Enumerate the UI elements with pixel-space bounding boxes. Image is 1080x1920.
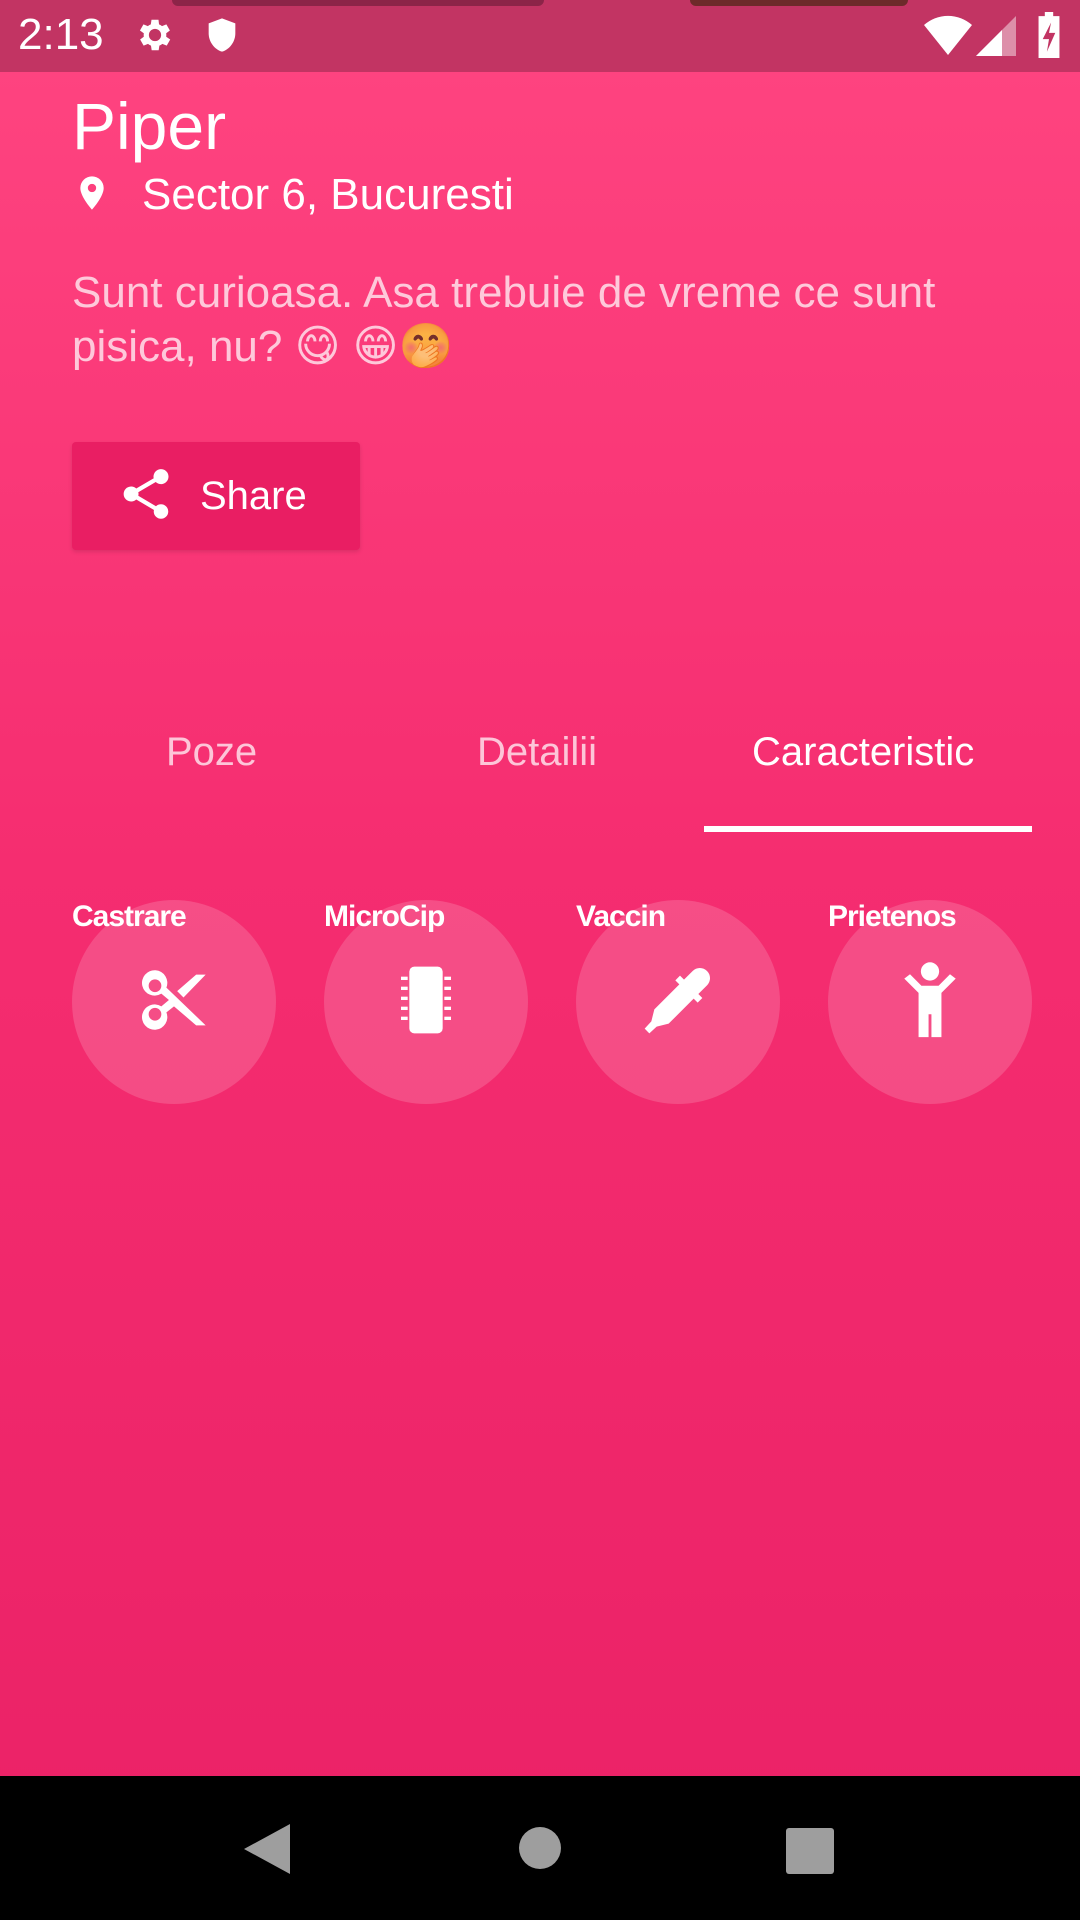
- location-pin-icon: [72, 171, 112, 220]
- system-nav-bar: [0, 1776, 1080, 1920]
- person-icon: [895, 960, 965, 1045]
- share-label: Share: [200, 473, 307, 518]
- feature-label: MicroCip: [324, 900, 445, 933]
- feature-label: Prietenos: [828, 900, 957, 933]
- share-icon: [116, 464, 176, 529]
- home-icon[interactable]: [518, 1826, 562, 1875]
- tab-poze[interactable]: Poze: [166, 730, 257, 775]
- shield-icon: [202, 14, 242, 61]
- signal-icon: [976, 16, 1016, 61]
- status-bar: 2:13: [0, 0, 1080, 72]
- battery-charging-icon: [1036, 12, 1062, 63]
- feature-label: Castrare: [72, 900, 187, 933]
- gear-icon: [134, 14, 176, 61]
- microchip-icon: [386, 960, 466, 1045]
- status-bar-decoration: [172, 0, 544, 6]
- recents-icon[interactable]: [786, 1828, 834, 1879]
- pet-name: Piper: [72, 89, 227, 163]
- feature-label: Vaccin: [576, 900, 666, 933]
- pet-description: Sunt curioasa. Asa trebuie de vreme ce s…: [72, 268, 936, 371]
- tab-bar: Poze Detailii Caracteristic: [0, 700, 1080, 832]
- status-time: 2:13: [18, 10, 104, 59]
- dropper-icon: [638, 960, 718, 1045]
- wifi-icon: [924, 14, 972, 61]
- scissors-icon: [136, 962, 212, 1043]
- location-row: Sector 6, Bucuresti: [72, 170, 514, 220]
- tab-detailii[interactable]: Detailii: [477, 730, 597, 775]
- share-button[interactable]: Share: [72, 442, 360, 550]
- back-icon[interactable]: [244, 1824, 290, 1879]
- location-text: Sector 6, Bucuresti: [142, 170, 514, 219]
- tab-caracteristici[interactable]: Caracteristic: [752, 730, 974, 775]
- status-bar-decoration: [690, 0, 908, 6]
- tab-indicator: [704, 826, 1032, 832]
